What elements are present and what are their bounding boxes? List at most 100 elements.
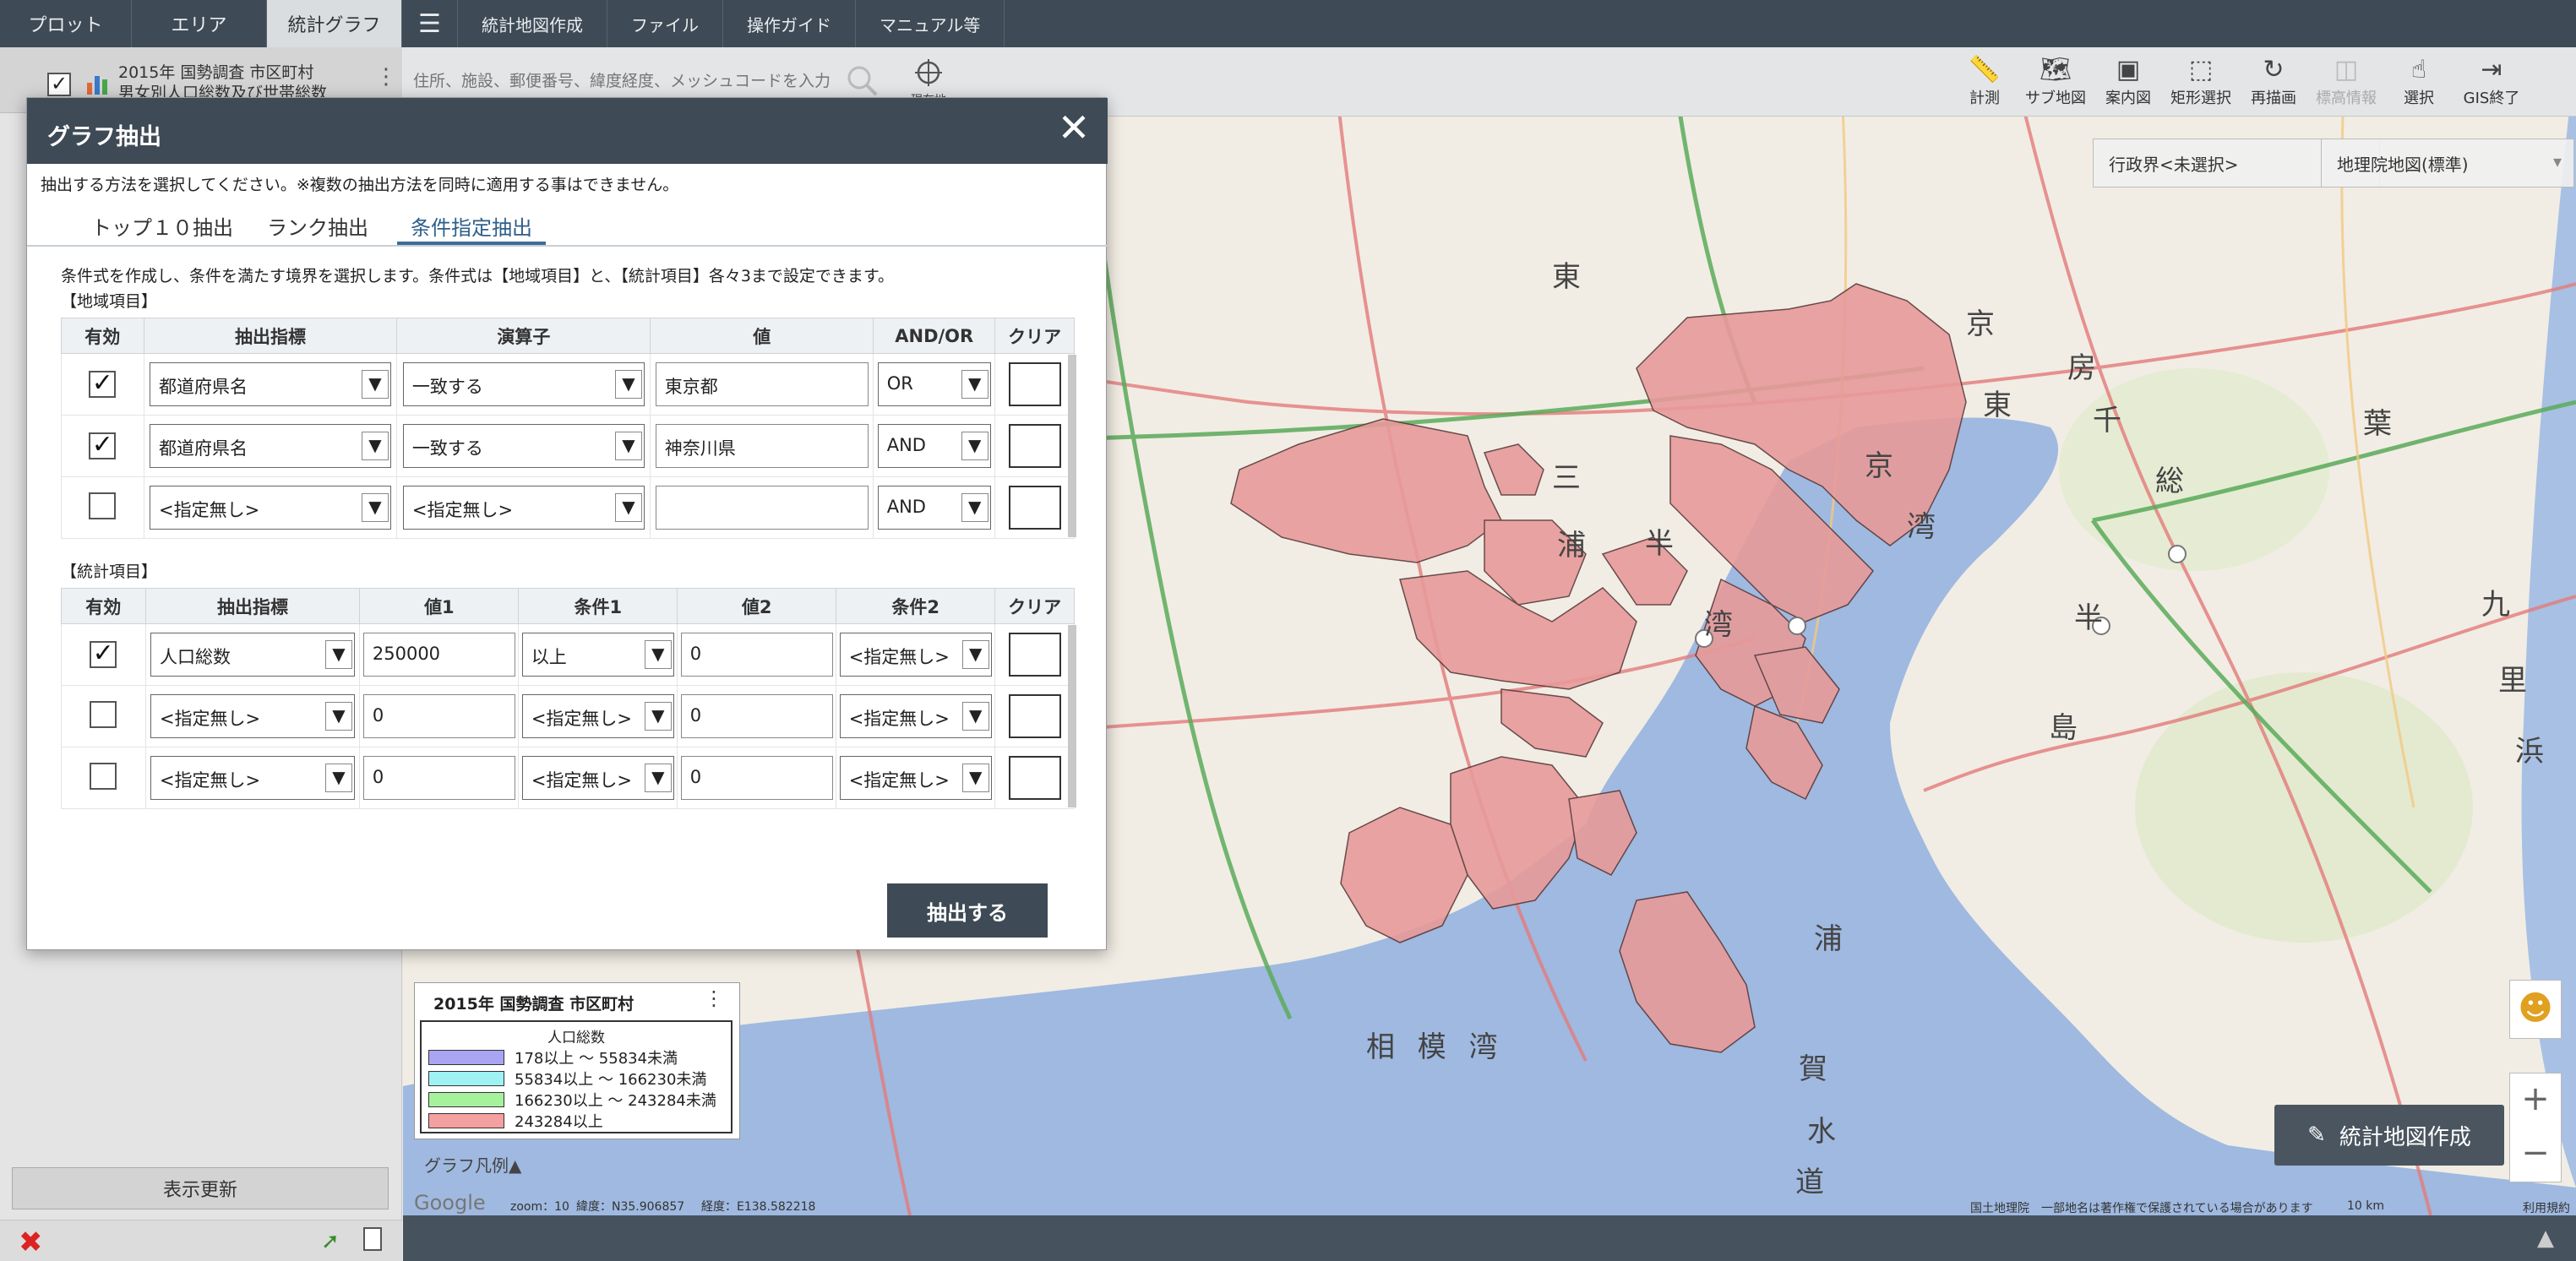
search-input[interactable] (413, 63, 869, 100)
stat-table-scrollbar[interactable] (1068, 625, 1076, 807)
cond1-select[interactable]: <指定無し> ▼ (521, 694, 674, 738)
menu-guide[interactable]: 操作ガイド (723, 0, 856, 47)
value1-input[interactable]: 0 (362, 756, 515, 800)
clear-button[interactable] (1008, 633, 1061, 677)
graph-extract-dialog: グラフ抽出 ✕ 抽出する方法を選択してください。※複数の抽出方法を同時に適用する… (26, 97, 1108, 950)
map-label-tokyo-4: 湾 (1907, 510, 1936, 544)
value-input[interactable]: 東京都 (655, 362, 869, 406)
layer-visible-checkbox[interactable]: ✓ (47, 73, 71, 96)
rect-select-tool[interactable]: ⬚ 矩形選択 (2165, 54, 2236, 113)
layer-menu-icon[interactable]: ⋮ (375, 64, 397, 90)
extract-button[interactable]: 抽出する (887, 883, 1048, 938)
enabled-checkbox[interactable]: ✓ (90, 641, 117, 668)
tab-rank[interactable]: ランク抽出 (253, 204, 382, 245)
menu-file[interactable]: ファイル (607, 0, 723, 47)
delete-icon[interactable]: ✖ (19, 1226, 43, 1259)
zoom-in-button[interactable]: + (2510, 1073, 2561, 1128)
menu-stat-map[interactable]: 統計地図作成 (458, 0, 607, 47)
chevron-down-icon: ▼ (961, 702, 989, 731)
clear-button[interactable] (1008, 424, 1061, 468)
value2-input[interactable]: 0 (680, 633, 833, 677)
gis-exit-tool[interactable]: ⇥ GIS終了 (2456, 54, 2527, 113)
cond1-select[interactable]: <指定無し> ▼ (521, 756, 674, 800)
operator-select[interactable]: 一致する ▼ (402, 424, 645, 468)
map-label-boso-3: 半 (2074, 601, 2103, 635)
condition-note: 条件式を作成し、条件を満たす境界を選択します。条件式は【地域項目】と、【統計項目… (61, 267, 895, 285)
search-icon[interactable] (844, 63, 881, 100)
guide-map-tool[interactable]: ▣ 案内図 (2093, 54, 2164, 113)
tab-plot[interactable]: プロット (0, 0, 132, 47)
chevron-down-icon: ▼ (961, 764, 989, 792)
expand-up-icon[interactable]: ▲ (2537, 1226, 2554, 1251)
andor-select[interactable]: OR ▼ (877, 362, 991, 406)
indicator-select[interactable]: 人口総数 ▼ (150, 633, 355, 677)
tab-stat-graph[interactable]: 統計グラフ (267, 0, 402, 47)
table-row: <指定無し> ▼ 0 <指定無し> ▼ 0 <指定無し> ▼ (61, 685, 1075, 747)
clear-button[interactable] (1008, 486, 1061, 530)
map-label-kujukuri-3: 浜 (2515, 735, 2544, 769)
clear-button[interactable] (1008, 362, 1061, 406)
value-input[interactable] (655, 486, 869, 530)
document-icon[interactable] (363, 1227, 382, 1251)
zoom-readout: zoom：10 (510, 1200, 569, 1214)
cond2-select[interactable]: <指定無し> ▼ (839, 633, 992, 677)
clear-button[interactable] (1008, 694, 1061, 738)
tab-top10[interactable]: トップ１０抽出 (78, 204, 247, 245)
cond2-select[interactable]: <指定無し> ▼ (839, 694, 992, 738)
operator-select[interactable]: 一致する ▼ (402, 362, 645, 406)
chevron-down-icon: ▼ (961, 370, 988, 399)
andor-select[interactable]: AND ▼ (877, 486, 991, 530)
create-stat-map-button[interactable]: ✎ 統計地図作成 (2274, 1105, 2504, 1166)
legend-subtitle: 人口総数 (547, 1030, 605, 1046)
indicator-select[interactable]: <指定無し> ▼ (150, 756, 355, 800)
chevron-down-icon: ▼ (324, 764, 352, 792)
terms-link[interactable]: 利用規約 (2523, 1199, 2570, 1216)
andor-select[interactable]: AND ▼ (877, 424, 991, 468)
zoom-out-button[interactable]: − (2510, 1128, 2561, 1182)
col-clear: クリア (994, 588, 1075, 624)
area-table-scrollbar[interactable] (1068, 355, 1076, 537)
legend-box: 人口総数 178以上 ～ 55834未満 55834以上 ～ 166230未満 … (420, 1020, 732, 1133)
table-row: <指定無し> ▼ <指定無し> ▼ AND ▼ (61, 476, 1075, 539)
hamburger-menu-icon[interactable]: ☰ (402, 0, 458, 47)
menu-manual[interactable]: マニュアル等 (856, 0, 1005, 47)
map-icon: 🗺 (2039, 55, 2072, 84)
value-input[interactable]: 神奈川県 (655, 424, 869, 468)
submap-tool[interactable]: 🗺 サブ地図 (2020, 54, 2091, 113)
value2-input[interactable]: 0 (680, 756, 833, 800)
cond2-select[interactable]: <指定無し> ▼ (839, 756, 992, 800)
indicator-select[interactable]: <指定無し> ▼ (150, 694, 355, 738)
measure-tool[interactable]: 📏 計測 (1949, 54, 2020, 113)
layer-actions: ✖ ➚ (0, 1220, 402, 1261)
refresh-display-button[interactable]: 表示更新 (12, 1167, 389, 1209)
cond1-select[interactable]: 以上 ▼ (521, 633, 674, 677)
enabled-checkbox[interactable] (90, 762, 117, 790)
redraw-tool[interactable]: ↻ 再描画 (2238, 54, 2309, 113)
top-nav-bar: プロット エリア 統計グラフ ☰ 統計地図作成 ファイル 操作ガイド マニュアル… (0, 0, 2576, 47)
legend-swatch (428, 1091, 504, 1107)
legend-toggle[interactable]: グラフ凡例▲ (424, 1152, 521, 1177)
clear-button[interactable] (1008, 756, 1061, 800)
value1-input[interactable]: 0 (362, 694, 515, 738)
col-andor: AND/OR (873, 318, 996, 354)
basemap-select[interactable]: 地理院地図(標準) (2321, 139, 2574, 188)
tab-area[interactable]: エリア (132, 0, 267, 47)
tab-condition[interactable]: 条件指定抽出 (397, 204, 546, 245)
value1-input[interactable]: 250000 (362, 633, 515, 677)
select-tool[interactable]: ☝ 選択 (2383, 54, 2454, 113)
elevation-tool[interactable]: ◫ 標高情報 (2311, 54, 2382, 113)
import-arrow-icon[interactable]: ➚ (321, 1229, 340, 1254)
enabled-checkbox[interactable]: ✓ (89, 371, 117, 398)
indicator-select[interactable]: 都道府県名 ▼ (149, 362, 391, 406)
enabled-checkbox[interactable] (90, 700, 117, 728)
legend-menu-icon[interactable]: ⋮ (704, 987, 724, 1010)
enabled-checkbox[interactable]: ✓ (89, 432, 117, 459)
enabled-checkbox[interactable] (89, 492, 117, 519)
value2-input[interactable]: 0 (680, 694, 833, 738)
map-label-boso-4: 島 (2049, 711, 2078, 745)
indicator-select[interactable]: 都道府県名 ▼ (149, 424, 391, 468)
street-view-pegman-icon[interactable]: ☻ (2509, 980, 2562, 1039)
indicator-select[interactable]: <指定無し> ▼ (149, 486, 391, 530)
operator-select[interactable]: <指定無し> ▼ (402, 486, 645, 530)
close-icon[interactable]: ✕ (1052, 106, 1096, 150)
